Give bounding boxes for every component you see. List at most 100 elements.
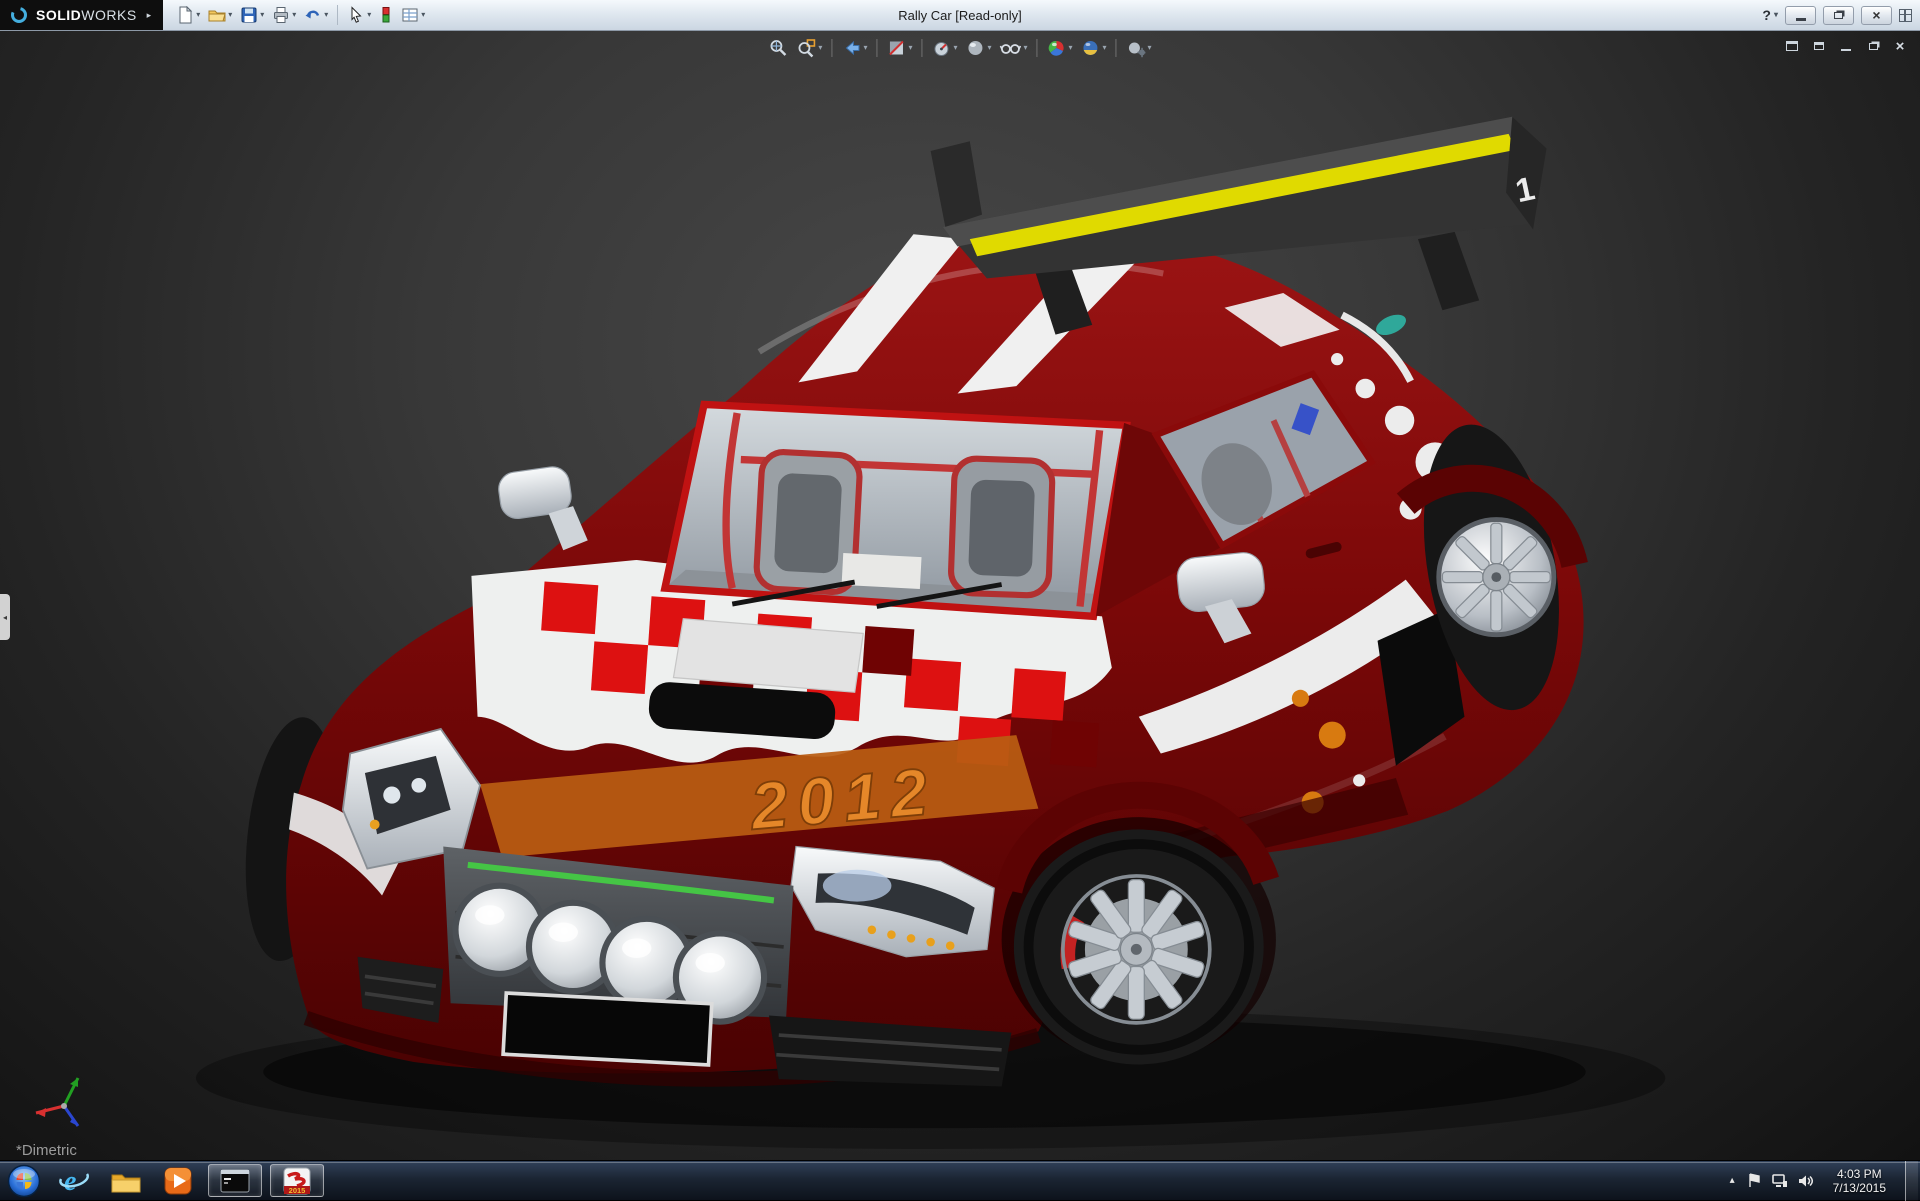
close-button[interactable]: ×	[1861, 6, 1892, 25]
view-settings-icon	[1126, 38, 1146, 58]
hud-separator	[921, 39, 922, 57]
media-player-icon	[163, 1166, 193, 1196]
hide-show-eyeglasses-icon	[1000, 38, 1022, 58]
undo-icon	[304, 6, 322, 24]
doc-minimize-button[interactable]	[1838, 39, 1854, 53]
cascade-windows-button[interactable]	[1784, 39, 1800, 53]
taskbar-internet-explorer[interactable]: e	[48, 1161, 100, 1201]
new-document-icon	[176, 6, 194, 24]
print-button[interactable]: ▾	[269, 2, 299, 28]
internet-explorer-icon: e	[58, 1165, 90, 1197]
reference-triad	[26, 1066, 100, 1140]
view-orientation-label: *Dimetric	[16, 1142, 77, 1159]
brand-expand-icon[interactable]: ▸	[147, 10, 152, 21]
apply-scene-button[interactable]: ▾	[1079, 36, 1109, 60]
doc-restore-button[interactable]	[1865, 39, 1881, 53]
section-view-button[interactable]: ▾	[884, 36, 914, 60]
windows-start-icon	[7, 1164, 41, 1198]
taskbar-command-prompt[interactable]	[208, 1164, 262, 1197]
previous-view-button[interactable]: ▾	[839, 36, 869, 60]
start-button[interactable]	[0, 1161, 48, 1201]
network-icon[interactable]	[1772, 1174, 1788, 1188]
view-settings-button[interactable]: ▾	[1124, 36, 1154, 60]
zoom-to-area-icon	[796, 38, 816, 58]
file-properties-button[interactable]: ▾	[398, 2, 428, 28]
zoom-to-fit-button[interactable]	[766, 36, 790, 60]
svg-text:e: e	[64, 1166, 76, 1197]
hud-separator	[876, 39, 877, 57]
front-right-wheel[interactable]	[1002, 795, 1276, 1064]
open-button[interactable]: ▾	[205, 2, 235, 28]
edit-appearance-icon	[1047, 38, 1067, 58]
titlebar-controls: ? ▾ ×	[1762, 6, 1920, 25]
help-button[interactable]: ? ▾	[1762, 7, 1778, 23]
doc-minimize-icon	[1841, 49, 1851, 52]
command-prompt-icon	[220, 1169, 250, 1193]
taskbar-clock[interactable]: 4:03 PM 7/13/2015	[1824, 1167, 1895, 1195]
display-style-button[interactable]: ▾	[963, 36, 993, 60]
brand-block: SOLIDWORKS ▸	[0, 0, 163, 30]
3d-model-rally-car[interactable]: 2012	[0, 31, 1920, 1160]
hud-separator	[831, 39, 832, 57]
edit-appearance-button[interactable]: ▾	[1045, 36, 1075, 60]
undo-button[interactable]: ▾	[301, 2, 331, 28]
apply-scene-icon	[1081, 38, 1101, 58]
tile-windows-button[interactable]	[1811, 39, 1827, 53]
close-icon: ×	[1872, 8, 1880, 22]
window-title: Rally Car [Read-only]	[898, 8, 1022, 23]
restore-button[interactable]	[1823, 6, 1854, 25]
minimize-icon	[1796, 18, 1806, 21]
minimize-button[interactable]	[1785, 6, 1816, 25]
doc-close-button[interactable]: ×	[1892, 39, 1908, 53]
cascade-icon	[1786, 41, 1798, 51]
taskbar-solidworks[interactable]: 2015	[270, 1164, 324, 1197]
save-icon	[240, 6, 258, 24]
select-button[interactable]: ▾	[344, 2, 374, 28]
save-button[interactable]: ▾	[237, 2, 267, 28]
view-orientation-icon	[931, 38, 951, 58]
previous-view-icon	[841, 38, 861, 58]
zoom-to-fit-icon	[768, 38, 788, 58]
passenger-seat	[950, 458, 1053, 596]
taskbar-media-player[interactable]	[152, 1161, 204, 1201]
select-cursor-icon	[347, 6, 365, 24]
feature-manager-collapse-tab[interactable]: ◂	[0, 594, 10, 640]
dassault-3ds-logo-icon	[9, 6, 29, 24]
solidworks-year-label: 2015	[289, 1186, 306, 1195]
license-plate[interactable]	[503, 993, 712, 1065]
doc-close-icon: ×	[1896, 39, 1905, 54]
doc-restore-icon	[1869, 43, 1878, 50]
rebuild-button[interactable]	[376, 2, 396, 28]
taskbar-file-explorer[interactable]	[100, 1161, 152, 1201]
clock-time: 4:03 PM	[1833, 1167, 1886, 1181]
graphics-area[interactable]: ▾ ▾ ▾ ▾ ▾	[0, 31, 1920, 1160]
main-toolbar: ▾ ▾ ▾ ▾ ▾	[173, 2, 428, 28]
tile-icon	[1814, 42, 1824, 50]
heads-up-view-toolbar: ▾ ▾ ▾ ▾ ▾	[766, 33, 1153, 63]
action-center-icon[interactable]	[1747, 1173, 1762, 1188]
print-icon	[272, 6, 290, 24]
section-view-icon	[886, 38, 906, 58]
toolbar-options-icon[interactable]	[1899, 9, 1912, 22]
folder-icon	[110, 1167, 142, 1195]
help-label: ?	[1762, 7, 1771, 23]
show-hidden-icons-button[interactable]: ▴	[1728, 1175, 1737, 1186]
titlebar: SOLIDWORKS ▸ ▾ ▾ ▾	[0, 0, 1920, 31]
restore-icon	[1834, 12, 1843, 19]
taskbar: e 2015 ▴	[0, 1160, 1920, 1200]
volume-icon[interactable]	[1798, 1174, 1814, 1188]
view-orientation-button[interactable]: ▾	[929, 36, 959, 60]
document-window-controls: ×	[1784, 39, 1908, 53]
zoom-to-area-button[interactable]: ▾	[794, 36, 824, 60]
new-document-button[interactable]: ▾	[173, 2, 203, 28]
clock-date: 7/13/2015	[1833, 1181, 1886, 1195]
windshield[interactable]	[665, 404, 1127, 616]
system-tray: ▴ 4:03 PM 7/13/2015	[1728, 1161, 1920, 1200]
brand-wordmark: SOLIDWORKS	[36, 7, 137, 23]
show-desktop-button[interactable]	[1905, 1161, 1918, 1201]
hud-separator	[1037, 39, 1038, 57]
rebuild-traffic-icon	[379, 6, 393, 24]
help-dropdown-icon: ▾	[1774, 11, 1778, 19]
toolbar-separator	[337, 5, 338, 25]
hide-show-items-button[interactable]: ▾	[998, 36, 1030, 60]
